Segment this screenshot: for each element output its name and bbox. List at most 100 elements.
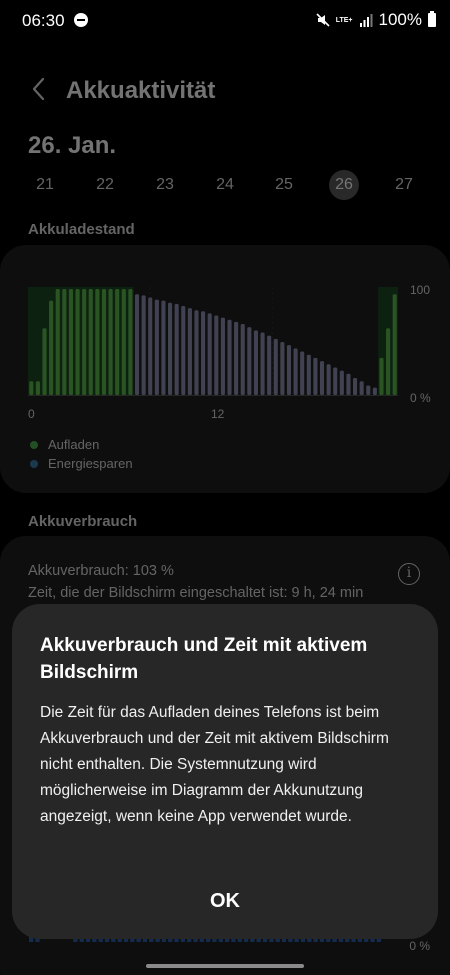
screen-on-time-value: Zeit, die der Bildschirm eingeschaltet i…	[28, 585, 364, 601]
app-header: Akkuaktivität	[0, 70, 450, 110]
battery-level-bar	[260, 332, 265, 395]
battery-level-bar	[319, 361, 325, 395]
battery-percent: 100%	[378, 10, 422, 29]
signal-icon	[359, 14, 373, 27]
battery-level-bar	[366, 385, 371, 395]
charging-dot	[30, 440, 38, 449]
mute-icon	[316, 13, 330, 27]
selected-date-title: 26. Jan.	[28, 132, 117, 159]
battery-level-bar	[82, 289, 87, 395]
ok-button[interactable]: OK	[12, 890, 438, 913]
back-arrow-icon[interactable]	[28, 76, 54, 102]
battery-level-bar	[372, 387, 377, 395]
battery-level-bar	[379, 357, 384, 395]
battery-level-bar	[49, 300, 54, 395]
battery-level-bar	[108, 289, 113, 395]
day-25[interactable]: 25	[269, 170, 299, 200]
page-title: Akkuaktivität	[66, 77, 216, 104]
battery-level-bar	[128, 289, 133, 395]
battery-level-bar	[75, 289, 80, 395]
x-axis-tick-12: 12	[211, 407, 225, 421]
battery-icon	[428, 11, 436, 27]
day-26-selected[interactable]: 26	[329, 170, 359, 200]
x-axis-tick-0: 0	[28, 407, 35, 421]
battery-level-bar	[313, 357, 318, 395]
power-saving-dot	[30, 459, 38, 468]
battery-usage-section-label: Akkuverbrauch	[28, 513, 138, 530]
battery-level-bar	[333, 367, 338, 395]
network-type-label: LTE+	[335, 16, 353, 24]
battery-level-bar	[187, 308, 192, 395]
battery-level-bar	[88, 289, 93, 395]
battery-level-bar	[68, 289, 73, 395]
battery-level-bar	[273, 338, 278, 395]
info-icon[interactable]: i	[398, 563, 420, 585]
legend-charging-label: Aufladen	[48, 437, 100, 452]
status-bar: 06:30 LTE+ 100%	[0, 0, 450, 40]
battery-level-bar	[386, 328, 391, 395]
battery-level-bar	[62, 289, 67, 395]
battery-level-bar	[234, 321, 239, 395]
battery-level-bar	[227, 319, 232, 395]
day-27[interactable]: 27	[389, 170, 419, 200]
battery-level-bar	[392, 294, 397, 395]
y-axis-bottom-label: 0 %	[410, 391, 431, 405]
usage-y-axis-bottom-label: 0 %	[409, 939, 430, 953]
y-axis-top-label: 100	[410, 283, 431, 297]
battery-level-bar	[141, 295, 146, 395]
battery-level-bar	[293, 348, 298, 395]
battery-level-bar	[300, 351, 305, 395]
battery-level-bars	[28, 287, 398, 396]
battery-level-bar	[267, 335, 272, 395]
legend-charging: Aufladen	[30, 435, 133, 454]
battery-level-bar	[194, 310, 199, 395]
info-dialog: Akkuverbrauch und Zeit mit aktivem Bilds…	[12, 604, 438, 939]
battery-level-bar	[95, 289, 100, 395]
battery-level-bar	[306, 354, 311, 395]
dialog-title: Akkuverbrauch und Zeit mit aktivem Bilds…	[40, 635, 368, 683]
chart-legend: Aufladen Energiesparen	[30, 435, 133, 473]
battery-level-bar	[42, 328, 47, 395]
battery-level-card: 100 0 % 0 12 Aufladen Energiesparen	[0, 245, 450, 493]
battery-level-bar	[339, 370, 344, 395]
battery-level-bar	[101, 289, 107, 395]
day-22[interactable]: 22	[90, 170, 120, 200]
battery-level-bar	[286, 345, 292, 395]
battery-level-bar	[207, 313, 212, 395]
battery-level-bar	[29, 381, 34, 395]
battery-level-bar	[55, 289, 60, 395]
battery-level-bar	[326, 364, 331, 395]
battery-level-bar	[134, 294, 140, 395]
day-selector: 21 22 23 24 25 26 27	[16, 170, 434, 202]
battery-level-bar	[247, 327, 252, 395]
dialog-body: Die Zeit für das Aufladen deines Telefon…	[40, 704, 389, 825]
battery-level-chart	[28, 285, 398, 397]
battery-level-bar	[253, 330, 258, 395]
day-24[interactable]: 24	[210, 170, 240, 200]
battery-level-bar	[220, 317, 225, 395]
battery-level-bar	[168, 302, 173, 395]
battery-level-bar	[148, 297, 153, 395]
battery-level-bar	[240, 323, 245, 395]
battery-level-bar	[121, 289, 126, 395]
battery-level-bar	[214, 315, 219, 395]
legend-power-saving-label: Energiesparen	[48, 456, 133, 471]
battery-level-bar	[280, 342, 285, 395]
home-indicator[interactable]	[146, 964, 304, 968]
battery-level-bar	[174, 303, 179, 395]
battery-level-bar	[161, 300, 166, 395]
battery-level-bar	[181, 305, 186, 395]
status-time: 06:30	[22, 11, 65, 30]
day-21[interactable]: 21	[30, 170, 60, 200]
battery-level-bar	[353, 378, 358, 395]
battery-usage-value: Akkuverbrauch: 103 %	[28, 563, 174, 579]
battery-level-section-label: Akkuladestand	[28, 221, 135, 238]
battery-level-bar	[115, 289, 120, 395]
legend-power-saving: Energiesparen	[30, 454, 133, 473]
day-23[interactable]: 23	[150, 170, 180, 200]
battery-level-bar	[346, 373, 351, 395]
do-not-disturb-icon	[74, 13, 88, 27]
battery-level-bar	[154, 299, 159, 395]
battery-level-bar	[359, 381, 364, 395]
battery-level-bar	[201, 311, 206, 395]
